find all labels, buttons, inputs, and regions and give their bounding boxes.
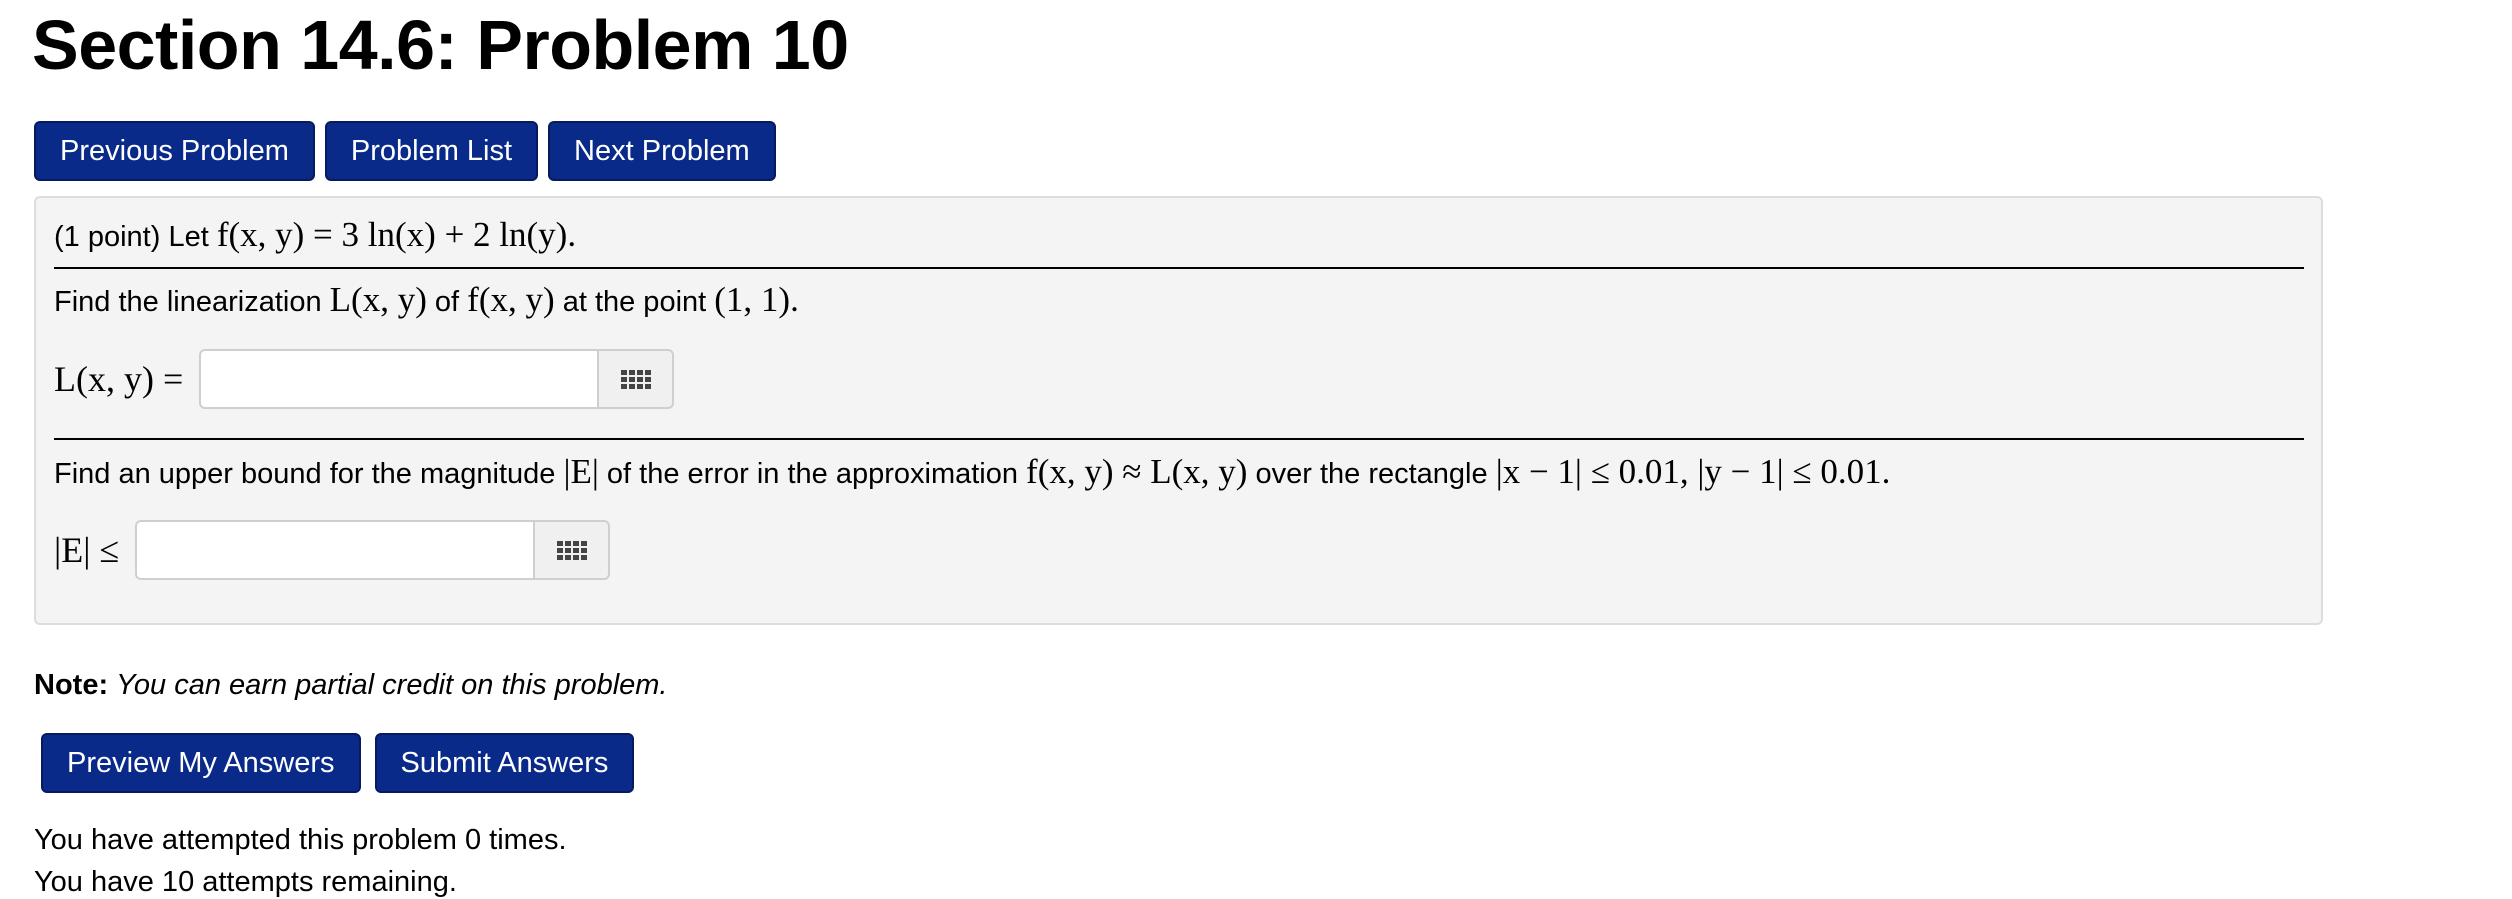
answer-label-E: |E| ≤ (54, 530, 120, 570)
grid-icon (620, 369, 651, 389)
part2-rect: |x − 1| ≤ 0.01, |y − 1| ≤ 0.01. (1495, 452, 1891, 491)
remaining-attempts-status: You have 10 attempts remaining. (34, 866, 457, 898)
attempts-status: You have attempted this problem 0 times. (34, 824, 567, 856)
partial-credit-note: Note: You can earn partial credit on thi… (34, 669, 667, 702)
part1-mid2: at the point (554, 286, 715, 318)
answer-row-1: L(x, y) = (54, 349, 675, 409)
previous-problem-button[interactable]: Previous Problem (34, 121, 315, 181)
intro-prefix: (1 point) Let (54, 221, 217, 253)
part1-f: f(x, y) (467, 280, 555, 319)
linearization-answer-input[interactable] (199, 349, 598, 409)
part2-mid2: over the rectangle (1247, 458, 1496, 490)
answer-label-L: L(x, y) = (54, 359, 184, 399)
part2-approx: f(x, y) ≈ L(x, y) (1026, 452, 1248, 491)
part2-prompt: Find an upper bound for the magnitude |E… (54, 452, 1890, 492)
page-title: Section 14.6: Problem 10 (32, 6, 849, 84)
note-text: You can earn partial credit on this prob… (116, 669, 668, 701)
function-definition: f(x, y) = 3 ln(x) + 2 ln(y). (216, 215, 577, 254)
divider (54, 438, 2304, 440)
error-bound-answer-input[interactable] (135, 520, 534, 580)
part1-mid: of (426, 286, 468, 318)
part2-E: |E| (563, 452, 599, 491)
next-problem-button[interactable]: Next Problem (548, 121, 776, 181)
answer-row-2: |E| ≤ (54, 520, 611, 580)
problem-nav: Previous Problem Problem List Next Probl… (34, 121, 776, 181)
part2-mid: of the error in the approximation (598, 458, 1027, 490)
part1-point: (1, 1). (714, 280, 799, 319)
equation-editor-button[interactable] (597, 349, 675, 409)
part1-L: L(x, y) (329, 280, 427, 319)
part1-prompt: Find the linearization L(x, y) of f(x, y… (54, 280, 799, 320)
divider (54, 267, 2304, 269)
part2-prefix: Find an upper bound for the magnitude (54, 458, 564, 490)
preview-answers-button[interactable]: Preview My Answers (41, 733, 361, 793)
note-label: Note: (34, 669, 109, 701)
problem-list-button[interactable]: Problem List (324, 121, 539, 181)
answer-actions: Preview My Answers Submit Answers (41, 733, 635, 793)
part1-prefix: Find the linearization (54, 286, 330, 318)
submit-answers-button[interactable]: Submit Answers (374, 733, 635, 793)
problem-intro: (1 point) Let f(x, y) = 3 ln(x) + 2 ln(y… (54, 215, 576, 255)
equation-editor-button[interactable] (533, 520, 611, 580)
problem-body: (1 point) Let f(x, y) = 3 ln(x) + 2 ln(y… (34, 196, 2323, 625)
grid-icon (556, 540, 587, 560)
